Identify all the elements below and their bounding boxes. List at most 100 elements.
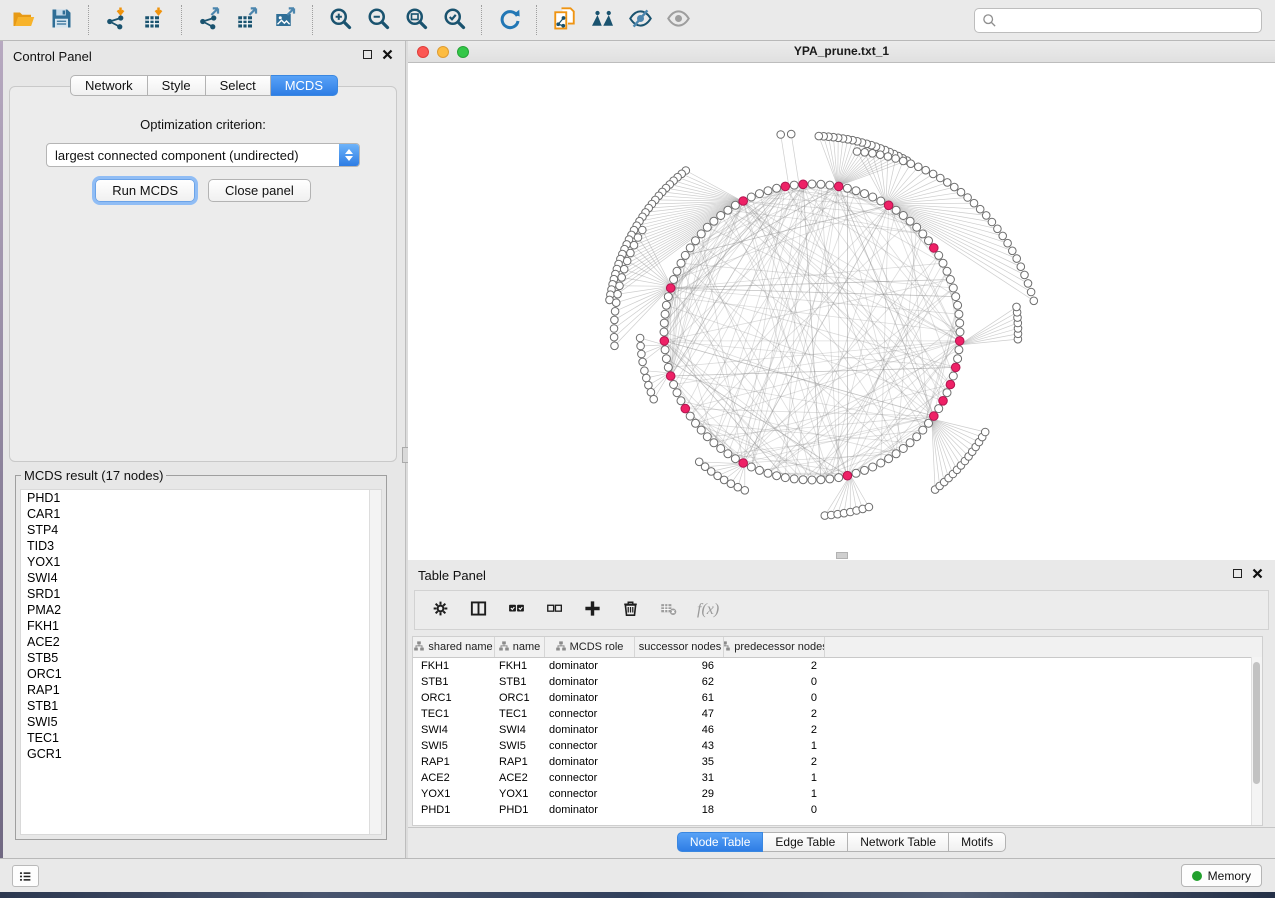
table-row[interactable]: SWI4SWI4dominator462 (413, 722, 1262, 738)
cell: YOX1 (495, 786, 545, 802)
tab-mcds[interactable]: MCDS (271, 75, 338, 96)
close-panel-icon[interactable] (382, 49, 393, 60)
network-title: YPA_prune.txt_1 (408, 41, 1275, 62)
find-network-button[interactable] (583, 3, 621, 37)
cell: FKH1 (413, 658, 495, 674)
import-table-button[interactable] (135, 3, 173, 37)
result-list-item[interactable]: ORC1 (21, 666, 381, 682)
table-row[interactable]: FKH1FKH1dominator962 (413, 658, 1262, 674)
hide-graphics-details-button[interactable] (621, 3, 659, 37)
maximize-window-icon[interactable] (457, 46, 469, 58)
result-list-item[interactable]: GCR1 (21, 746, 381, 762)
result-list-item[interactable]: SWI4 (21, 570, 381, 586)
delete-table-button (659, 599, 678, 621)
table-row[interactable]: PHD1PHD1dominator180 (413, 802, 1262, 818)
table-mode-gear-button[interactable] (431, 599, 450, 621)
table-row[interactable]: ORC1ORC1dominator610 (413, 690, 1262, 706)
cell: 1 (724, 738, 825, 754)
list-icon (18, 869, 33, 884)
table-tabs: Node TableEdge TableNetwork TableMotifs (677, 832, 1006, 852)
result-list-item[interactable]: PHD1 (21, 490, 381, 506)
column-header-name[interactable]: name (495, 637, 545, 657)
network-graph[interactable] (408, 63, 1275, 560)
open-session-button[interactable] (4, 3, 42, 37)
cell: ORC1 (495, 690, 545, 706)
tab-motifs[interactable]: Motifs (949, 832, 1006, 852)
column-header-predecessor-nodes[interactable]: predecessor nodes (724, 637, 825, 657)
close-window-icon[interactable] (417, 46, 429, 58)
table-header: shared namenameMCDS rolesuccessor nodes p… (413, 637, 1262, 658)
delete-columns-button[interactable] (621, 599, 640, 621)
close-table-panel-icon[interactable] (1252, 568, 1263, 579)
mcds-result-list[interactable]: PHD1CAR1STP4TID3YOX1SWI4SRD1PMA2FKH1ACE2… (20, 489, 382, 835)
table-scrollbar-thumb[interactable] (1253, 662, 1260, 784)
optimization-criterion-value: largest connected component (undirected) (47, 148, 339, 163)
find-network-icon (590, 6, 615, 34)
tab-select[interactable]: Select (206, 75, 271, 96)
column-header-MCDS-role[interactable]: MCDS role (545, 637, 635, 657)
result-list-item[interactable]: PMA2 (21, 602, 381, 618)
column-header-shared-name[interactable]: shared name (413, 637, 495, 657)
tab-network-table[interactable]: Network Table (848, 832, 949, 852)
minimize-window-icon[interactable] (437, 46, 449, 58)
result-list-item[interactable]: SRD1 (21, 586, 381, 602)
import-network-button[interactable] (97, 3, 135, 37)
float-panel-icon[interactable] (363, 50, 372, 59)
tab-node-table[interactable]: Node Table (677, 832, 764, 852)
result-list-item[interactable]: TEC1 (21, 730, 381, 746)
tab-style[interactable]: Style (148, 75, 206, 96)
cell: TEC1 (495, 706, 545, 722)
result-list-item[interactable]: RAP1 (21, 682, 381, 698)
tab-network[interactable]: Network (70, 75, 148, 96)
select-all-columns-button[interactable] (507, 599, 526, 621)
clone-network-button[interactable] (545, 3, 583, 37)
export-image-button[interactable] (266, 3, 304, 37)
export-table-button[interactable] (228, 3, 266, 37)
mcds-result-scrollbar[interactable] (369, 490, 381, 834)
search-box[interactable] (974, 8, 1262, 33)
cell: RAP1 (495, 754, 545, 770)
result-list-item[interactable]: YOX1 (21, 554, 381, 570)
network-canvas[interactable] (408, 63, 1275, 560)
table-scrollbar[interactable] (1251, 657, 1262, 825)
zoom-selected-button[interactable] (435, 3, 473, 37)
result-list-item[interactable]: STB1 (21, 698, 381, 714)
run-mcds-button[interactable]: Run MCDS (95, 179, 195, 202)
result-list-item[interactable]: STP4 (21, 522, 381, 538)
horizontal-splitter-handle[interactable] (836, 552, 848, 559)
zoom-in-button[interactable] (321, 3, 359, 37)
result-list-item[interactable]: FKH1 (21, 618, 381, 634)
search-icon (982, 13, 997, 28)
close-panel-button[interactable]: Close panel (208, 179, 311, 202)
float-table-panel-icon[interactable] (1233, 569, 1242, 578)
zoom-out-button[interactable] (359, 3, 397, 37)
result-list-item[interactable]: SWI5 (21, 714, 381, 730)
optimization-criterion-select[interactable]: largest connected component (undirected) (46, 143, 360, 167)
table-row[interactable]: TEC1TEC1connector472 (413, 706, 1262, 722)
show-graphics-details-button[interactable] (659, 3, 697, 37)
export-network-button[interactable] (190, 3, 228, 37)
show-columns-button[interactable] (469, 599, 488, 621)
create-column-button[interactable] (583, 599, 602, 621)
table-row[interactable]: STB1STB1dominator620 (413, 674, 1262, 690)
result-list-item[interactable]: ACE2 (21, 634, 381, 650)
result-list-item[interactable]: TID3 (21, 538, 381, 554)
save-session-button[interactable] (42, 3, 80, 37)
refresh-view-button[interactable] (490, 3, 528, 37)
tab-edge-table[interactable]: Edge Table (763, 832, 848, 852)
column-header-label: predecessor nodes (734, 641, 825, 653)
column-header-successor-nodes[interactable]: successor nodes (635, 637, 724, 657)
unselect-all-columns-button[interactable] (545, 599, 564, 621)
export-image-icon (273, 6, 298, 34)
zoom-fit-button[interactable] (397, 3, 435, 37)
search-input[interactable] (1001, 12, 1261, 29)
result-list-item[interactable]: STB5 (21, 650, 381, 666)
memory-button[interactable]: Memory (1181, 864, 1262, 887)
table-row[interactable]: YOX1YOX1connector291 (413, 786, 1262, 802)
function-builder-icon: f(x) (697, 601, 719, 619)
table-row[interactable]: SWI5SWI5connector431 (413, 738, 1262, 754)
table-row[interactable]: RAP1RAP1dominator352 (413, 754, 1262, 770)
status-list-button[interactable] (12, 865, 39, 887)
table-row[interactable]: ACE2ACE2connector311 (413, 770, 1262, 786)
result-list-item[interactable]: CAR1 (21, 506, 381, 522)
